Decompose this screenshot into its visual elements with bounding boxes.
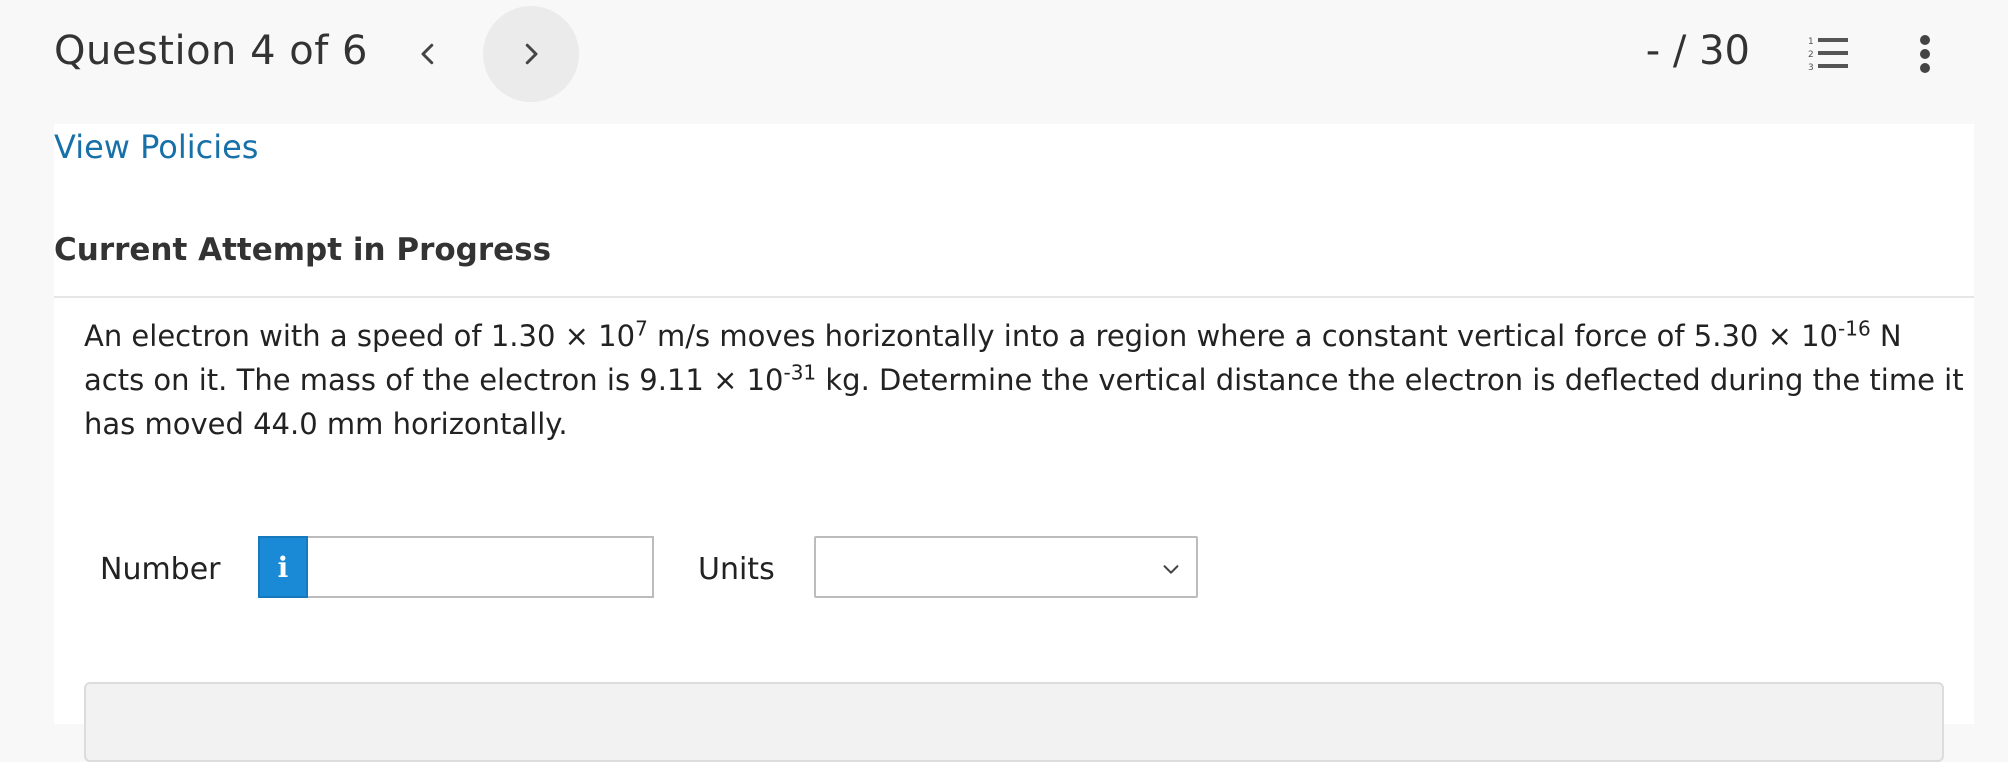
vertical-ellipsis-icon [1920, 35, 1930, 73]
question-header: Question 4 of 6 - / 30 1 2 3 [0, 0, 2008, 124]
number-input[interactable] [308, 536, 654, 598]
svg-text:1: 1 [1808, 37, 1814, 47]
info-button[interactable]: i [258, 536, 308, 598]
question-list-button[interactable]: 1 2 3 [1800, 30, 1856, 78]
more-options-button[interactable] [1900, 26, 1950, 82]
attempt-heading: Current Attempt in Progress [54, 232, 552, 268]
question-text: An electron with a speed of 1.30 × 107 m… [84, 314, 1964, 446]
chevron-right-icon [525, 43, 538, 65]
previous-question-button[interactable] [380, 6, 476, 102]
view-policies-link[interactable]: View Policies [54, 128, 258, 166]
question-content: View Policies Current Attempt in Progres… [54, 124, 1974, 762]
attempts-panel [84, 682, 1944, 762]
units-label: Units [698, 552, 775, 587]
question-text-segment: m/s moves horizontally into a region whe… [647, 319, 1838, 353]
score-display: - / 30 [1645, 28, 1750, 74]
svg-text:3: 3 [1808, 63, 1814, 73]
chevron-left-icon [421, 43, 434, 65]
exponent: -16 [1838, 316, 1871, 341]
exponent: 7 [635, 316, 648, 341]
question-counter: Question 4 of 6 [54, 28, 369, 74]
info-icon: i [277, 550, 289, 584]
units-select[interactable] [814, 536, 1198, 598]
divider [54, 296, 1974, 298]
exponent: -31 [783, 360, 817, 385]
chevron-down-icon [1163, 565, 1179, 574]
question-text-segment: An electron with a speed of 1.30 × 10 [84, 319, 636, 353]
number-label: Number [100, 552, 221, 587]
next-question-button[interactable] [483, 6, 579, 102]
svg-text:2: 2 [1808, 50, 1814, 60]
numbered-list-icon: 1 2 3 [1808, 37, 1848, 73]
